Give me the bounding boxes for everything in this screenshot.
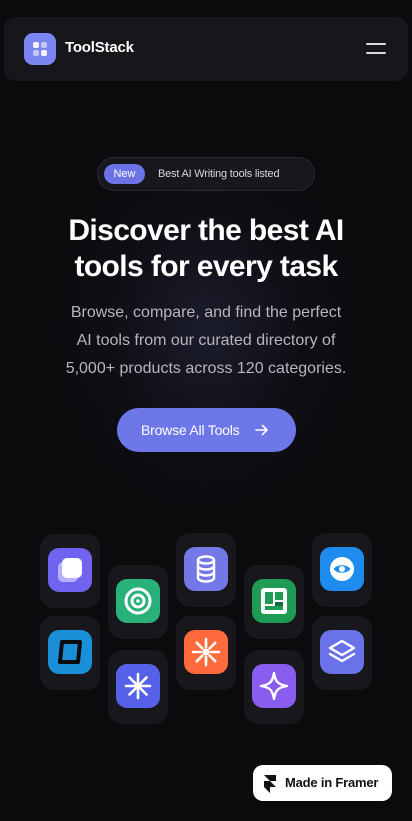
cta-label: Browse All Tools (141, 422, 240, 438)
app-tile[interactable] (176, 533, 236, 607)
made-in-framer-badge[interactable]: Made in Framer (253, 765, 392, 801)
app-tile[interactable] (40, 534, 100, 608)
coins-stack-app-icon (184, 547, 228, 591)
hero-subtitle: Browse, compare, and find the perfect AI… (0, 299, 412, 383)
subtitle-line: Browse, compare, and find the perfect (70, 304, 342, 321)
app-tile[interactable] (312, 616, 372, 690)
announcement-badge[interactable]: New Best AI Writing tools listed (97, 157, 315, 191)
sparkle-burst-app-icon (116, 664, 160, 708)
app-tile[interactable] (40, 616, 100, 690)
hamburger-menu-icon[interactable] (364, 39, 390, 59)
new-tag: New (104, 164, 145, 184)
stacked-square-app-icon (48, 548, 92, 592)
eye-circle-app-icon (320, 547, 364, 591)
app-tile[interactable] (108, 650, 168, 724)
spiral-app-icon (116, 579, 160, 623)
announcement-text: Best AI Writing tools listed (158, 168, 280, 180)
grid-icon[interactable] (24, 33, 56, 65)
frame-grid-app-icon (252, 579, 296, 623)
hero-headline: Discover the best AI tools for every tas… (0, 213, 412, 285)
subtitle-line: 5,000+ products across 120 categories. (65, 360, 347, 377)
app-tile[interactable] (176, 616, 236, 690)
framer-label: Made in Framer (285, 775, 379, 790)
app-tile[interactable] (244, 565, 304, 639)
arrow-right-icon (255, 424, 268, 436)
app-tile[interactable] (108, 565, 168, 639)
brand-name[interactable]: ToolStack (65, 39, 134, 56)
four-point-star-app-icon (252, 664, 296, 708)
layers-app-icon (320, 630, 364, 674)
app-tile[interactable] (244, 650, 304, 724)
headline-line: Discover the best AI (68, 214, 344, 247)
asterisk-burst-app-icon (184, 630, 228, 674)
subtitle-line: AI tools from our curated directory of (76, 332, 336, 349)
framer-logo-icon (264, 775, 276, 793)
app-tile[interactable] (312, 533, 372, 607)
browse-all-tools-button[interactable]: Browse All Tools (117, 408, 296, 452)
rounded-square-app-icon (48, 630, 92, 674)
headline-line: tools for every task (74, 250, 338, 283)
top-navbar: ToolStack (4, 17, 408, 81)
